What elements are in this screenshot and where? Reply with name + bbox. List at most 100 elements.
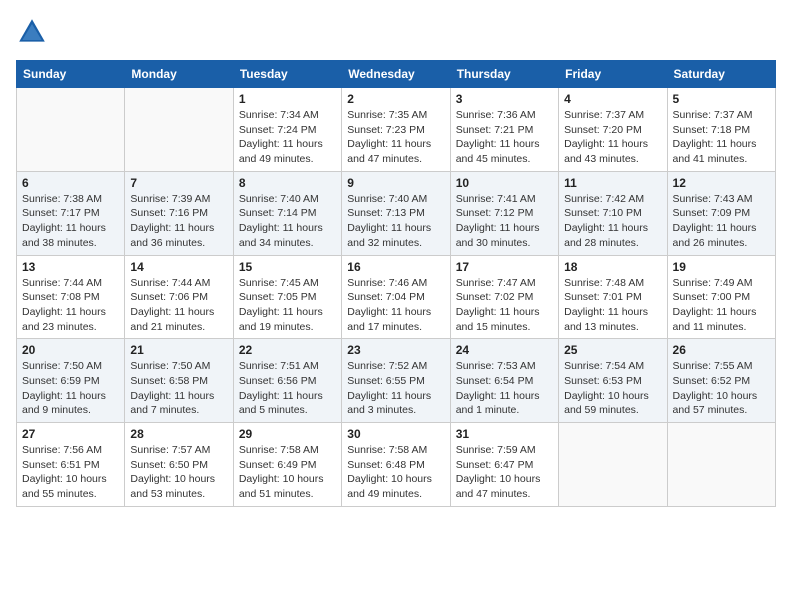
calendar-day-cell: 3 Sunrise: 7:36 AMSunset: 7:21 PMDaylight… xyxy=(450,88,558,172)
day-info: Sunrise: 7:58 AMSunset: 6:49 PMDaylight:… xyxy=(239,443,336,502)
calendar-day-cell: 2 Sunrise: 7:35 AMSunset: 7:23 PMDaylight… xyxy=(342,88,450,172)
day-number: 11 xyxy=(564,176,661,190)
logo-icon xyxy=(16,16,48,48)
day-info: Sunrise: 7:49 AMSunset: 7:00 PMDaylight:… xyxy=(673,276,770,335)
day-info: Sunrise: 7:56 AMSunset: 6:51 PMDaylight:… xyxy=(22,443,119,502)
day-info: Sunrise: 7:37 AMSunset: 7:18 PMDaylight:… xyxy=(673,108,770,167)
logo xyxy=(16,16,52,48)
day-number: 16 xyxy=(347,260,444,274)
calendar-day-cell: 11 Sunrise: 7:42 AMSunset: 7:10 PMDayligh… xyxy=(559,171,667,255)
calendar-header-row: SundayMondayTuesdayWednesdayThursdayFrid… xyxy=(17,61,776,88)
day-number: 31 xyxy=(456,427,553,441)
calendar-day-cell: 14 Sunrise: 7:44 AMSunset: 7:06 PMDayligh… xyxy=(125,255,233,339)
day-info: Sunrise: 7:51 AMSunset: 6:56 PMDaylight:… xyxy=(239,359,336,418)
calendar-day-cell: 16 Sunrise: 7:46 AMSunset: 7:04 PMDayligh… xyxy=(342,255,450,339)
day-number: 28 xyxy=(130,427,227,441)
day-info: Sunrise: 7:58 AMSunset: 6:48 PMDaylight:… xyxy=(347,443,444,502)
calendar-table: SundayMondayTuesdayWednesdayThursdayFrid… xyxy=(16,60,776,507)
calendar-week-row: 20 Sunrise: 7:50 AMSunset: 6:59 PMDayligh… xyxy=(17,339,776,423)
day-number: 22 xyxy=(239,343,336,357)
calendar-day-cell: 15Sunrise: 7:45 AMSunset: 7:05 PMDayligh… xyxy=(233,255,341,339)
calendar-day-cell: 1 Sunrise: 7:34 AMSunset: 7:24 PMDaylight… xyxy=(233,88,341,172)
day-number: 7 xyxy=(130,176,227,190)
day-info: Sunrise: 7:42 AMSunset: 7:10 PMDaylight:… xyxy=(564,192,661,251)
day-info: Sunrise: 7:37 AMSunset: 7:20 PMDaylight:… xyxy=(564,108,661,167)
calendar-day-cell: 27 Sunrise: 7:56 AMSunset: 6:51 PMDayligh… xyxy=(17,423,125,507)
calendar-day-cell: 24 Sunrise: 7:53 AMSunset: 6:54 PMDayligh… xyxy=(450,339,558,423)
day-info: Sunrise: 7:48 AMSunset: 7:01 PMDaylight:… xyxy=(564,276,661,335)
calendar-day-cell: 30 Sunrise: 7:58 AMSunset: 6:48 PMDayligh… xyxy=(342,423,450,507)
day-info: Sunrise: 7:50 AMSunset: 6:59 PMDaylight:… xyxy=(22,359,119,418)
day-number: 17 xyxy=(456,260,553,274)
day-number: 9 xyxy=(347,176,444,190)
calendar-day-cell: 5Sunrise: 7:37 AMSunset: 7:18 PMDaylight… xyxy=(667,88,775,172)
day-number: 14 xyxy=(130,260,227,274)
calendar-day-cell: 22 Sunrise: 7:51 AMSunset: 6:56 PMDayligh… xyxy=(233,339,341,423)
calendar-header-sunday: Sunday xyxy=(17,61,125,88)
day-info: Sunrise: 7:38 AMSunset: 7:17 PMDaylight:… xyxy=(22,192,119,251)
day-info: Sunrise: 7:54 AMSunset: 6:53 PMDaylight:… xyxy=(564,359,661,418)
calendar-day-cell: 20 Sunrise: 7:50 AMSunset: 6:59 PMDayligh… xyxy=(17,339,125,423)
calendar-day-cell xyxy=(17,88,125,172)
day-info: Sunrise: 7:44 AMSunset: 7:06 PMDaylight:… xyxy=(130,276,227,335)
calendar-day-cell: 12 Sunrise: 7:43 AMSunset: 7:09 PMDayligh… xyxy=(667,171,775,255)
day-number: 18 xyxy=(564,260,661,274)
calendar-day-cell: 18 Sunrise: 7:48 AMSunset: 7:01 PMDayligh… xyxy=(559,255,667,339)
day-info: Sunrise: 7:39 AMSunset: 7:16 PMDaylight:… xyxy=(130,192,227,251)
calendar-day-cell: 6 Sunrise: 7:38 AMSunset: 7:17 PMDaylight… xyxy=(17,171,125,255)
calendar-week-row: 27 Sunrise: 7:56 AMSunset: 6:51 PMDayligh… xyxy=(17,423,776,507)
calendar-day-cell: 10Sunrise: 7:41 AMSunset: 7:12 PMDayligh… xyxy=(450,171,558,255)
day-number: 2 xyxy=(347,92,444,106)
calendar-day-cell: 28 Sunrise: 7:57 AMSunset: 6:50 PMDayligh… xyxy=(125,423,233,507)
calendar-day-cell: 9 Sunrise: 7:40 AMSunset: 7:13 PMDaylight… xyxy=(342,171,450,255)
calendar-day-cell: 7 Sunrise: 7:39 AMSunset: 7:16 PMDaylight… xyxy=(125,171,233,255)
day-info: Sunrise: 7:35 AMSunset: 7:23 PMDaylight:… xyxy=(347,108,444,167)
calendar-header-wednesday: Wednesday xyxy=(342,61,450,88)
day-info: Sunrise: 7:36 AMSunset: 7:21 PMDaylight:… xyxy=(456,108,553,167)
day-number: 4 xyxy=(564,92,661,106)
day-number: 20 xyxy=(22,343,119,357)
day-info: Sunrise: 7:40 AMSunset: 7:13 PMDaylight:… xyxy=(347,192,444,251)
calendar-header-monday: Monday xyxy=(125,61,233,88)
calendar-day-cell: 4 Sunrise: 7:37 AMSunset: 7:20 PMDaylight… xyxy=(559,88,667,172)
day-info: Sunrise: 7:52 AMSunset: 6:55 PMDaylight:… xyxy=(347,359,444,418)
calendar-day-cell: 8 Sunrise: 7:40 AMSunset: 7:14 PMDaylight… xyxy=(233,171,341,255)
page-header xyxy=(16,16,776,48)
day-number: 12 xyxy=(673,176,770,190)
day-info: Sunrise: 7:59 AMSunset: 6:47 PMDaylight:… xyxy=(456,443,553,502)
calendar-day-cell: 26 Sunrise: 7:55 AMSunset: 6:52 PMDayligh… xyxy=(667,339,775,423)
day-info: Sunrise: 7:44 AMSunset: 7:08 PMDaylight:… xyxy=(22,276,119,335)
day-number: 29 xyxy=(239,427,336,441)
day-info: Sunrise: 7:34 AMSunset: 7:24 PMDaylight:… xyxy=(239,108,336,167)
calendar-day-cell: 17 Sunrise: 7:47 AMSunset: 7:02 PMDayligh… xyxy=(450,255,558,339)
day-number: 3 xyxy=(456,92,553,106)
day-number: 6 xyxy=(22,176,119,190)
calendar-day-cell xyxy=(125,88,233,172)
day-info: Sunrise: 7:50 AMSunset: 6:58 PMDaylight:… xyxy=(130,359,227,418)
calendar-week-row: 1 Sunrise: 7:34 AMSunset: 7:24 PMDaylight… xyxy=(17,88,776,172)
day-number: 23 xyxy=(347,343,444,357)
day-number: 26 xyxy=(673,343,770,357)
day-info: Sunrise: 7:53 AMSunset: 6:54 PMDaylight:… xyxy=(456,359,553,418)
day-number: 21 xyxy=(130,343,227,357)
day-number: 1 xyxy=(239,92,336,106)
day-number: 25 xyxy=(564,343,661,357)
calendar-day-cell: 25 Sunrise: 7:54 AMSunset: 6:53 PMDayligh… xyxy=(559,339,667,423)
calendar-day-cell: 19Sunrise: 7:49 AMSunset: 7:00 PMDayligh… xyxy=(667,255,775,339)
day-number: 8 xyxy=(239,176,336,190)
day-info: Sunrise: 7:55 AMSunset: 6:52 PMDaylight:… xyxy=(673,359,770,418)
day-info: Sunrise: 7:46 AMSunset: 7:04 PMDaylight:… xyxy=(347,276,444,335)
day-number: 24 xyxy=(456,343,553,357)
day-number: 30 xyxy=(347,427,444,441)
day-info: Sunrise: 7:57 AMSunset: 6:50 PMDaylight:… xyxy=(130,443,227,502)
calendar-header-tuesday: Tuesday xyxy=(233,61,341,88)
day-info: Sunrise: 7:43 AMSunset: 7:09 PMDaylight:… xyxy=(673,192,770,251)
day-number: 27 xyxy=(22,427,119,441)
calendar-week-row: 13Sunrise: 7:44 AMSunset: 7:08 PMDayligh… xyxy=(17,255,776,339)
calendar-day-cell xyxy=(559,423,667,507)
day-info: Sunrise: 7:47 AMSunset: 7:02 PMDaylight:… xyxy=(456,276,553,335)
calendar-day-cell: 13Sunrise: 7:44 AMSunset: 7:08 PMDayligh… xyxy=(17,255,125,339)
day-number: 15 xyxy=(239,260,336,274)
day-info: Sunrise: 7:40 AMSunset: 7:14 PMDaylight:… xyxy=(239,192,336,251)
calendar-header-friday: Friday xyxy=(559,61,667,88)
